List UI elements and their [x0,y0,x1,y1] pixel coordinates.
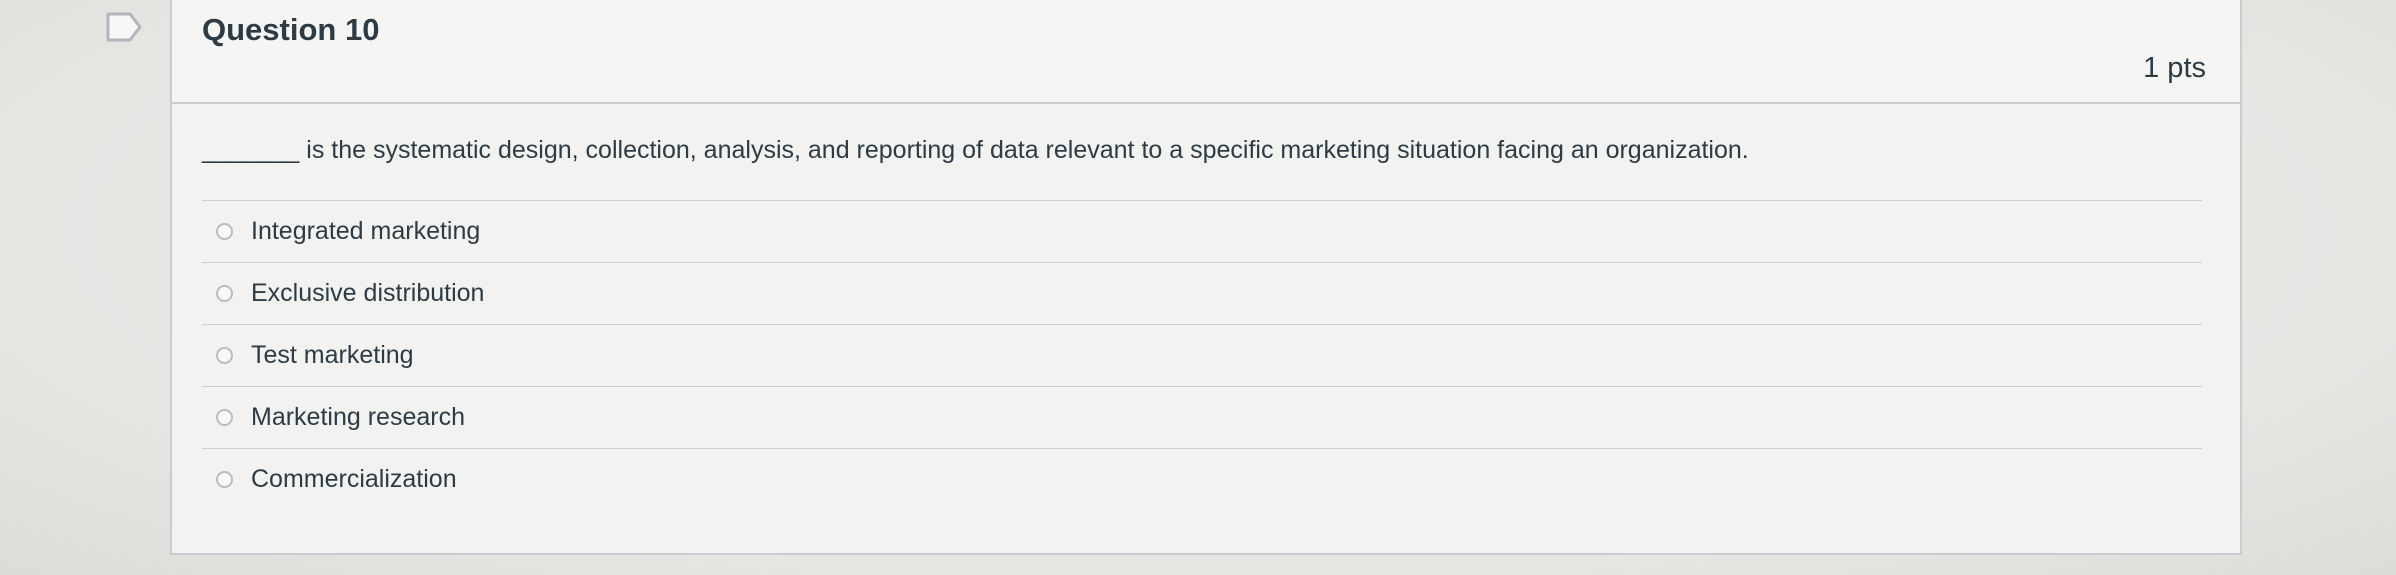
answer-label: Exclusive distribution [251,279,485,307]
answer-option-integrated-marketing[interactable]: Integrated marketing [202,200,2202,262]
answer-label: Marketing research [251,403,465,431]
question-card: Question 10 1 pts _______ is the systema… [170,0,2242,555]
answer-option-marketing-research[interactable]: Marketing research [202,386,2202,448]
radio-button[interactable] [216,223,233,240]
answer-label: Commercialization [251,465,457,493]
answer-list: Integrated marketing Exclusive distribut… [202,200,2202,510]
quiz-page: Question 10 1 pts _______ is the systema… [0,0,2396,575]
question-text: _______ is the systematic design, collec… [202,136,1749,164]
answer-option-exclusive-distribution[interactable]: Exclusive distribution [202,262,2202,324]
question-points: 1 pts [2143,52,2206,84]
flag-question-icon[interactable] [104,10,144,44]
answer-label: Test marketing [251,341,414,369]
radio-button[interactable] [216,409,233,426]
answer-option-commercialization[interactable]: Commercialization [202,448,2202,510]
radio-button[interactable] [216,285,233,302]
radio-button[interactable] [216,347,233,364]
radio-button[interactable] [216,471,233,488]
answer-label: Integrated marketing [251,217,481,245]
question-header: Question 10 1 pts [172,0,2240,104]
answer-option-test-marketing[interactable]: Test marketing [202,324,2202,386]
question-title: Question 10 [202,12,380,47]
